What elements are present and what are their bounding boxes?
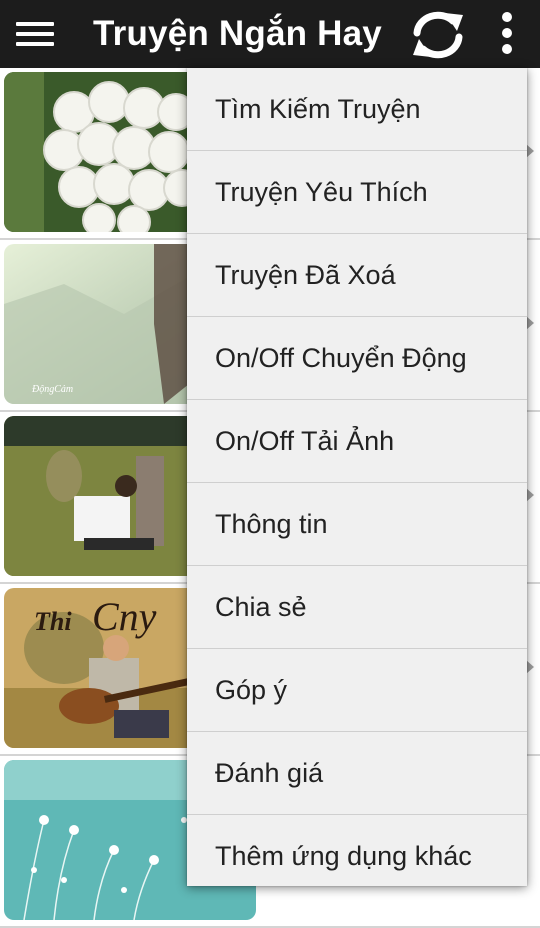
svg-text:Cny: Cny (92, 594, 157, 639)
menu-item-favorite-stories[interactable]: Truyện Yêu Thích (187, 151, 527, 234)
menu-item-share[interactable]: Chia sẻ (187, 566, 527, 649)
menu-item-info[interactable]: Thông tin (187, 483, 527, 566)
menu-item-deleted-stories[interactable]: Truyện Đã Xoá (187, 234, 527, 317)
menu-item-toggle-animation[interactable]: On/Off Chuyển Động (187, 317, 527, 400)
svg-text:Thi: Thi (34, 607, 72, 636)
chevron-right-icon (526, 660, 534, 674)
menu-item-toggle-image-loading[interactable]: On/Off Tải Ảnh (187, 400, 527, 483)
hamburger-menu-icon[interactable] (16, 22, 54, 48)
chevron-right-icon (526, 488, 534, 502)
chevron-right-icon (526, 316, 534, 330)
app-title: Truyện Ngắn Hay (93, 14, 382, 53)
svg-text:ĐộngCảm: ĐộngCảm (31, 384, 73, 395)
refresh-icon[interactable] (407, 9, 469, 61)
chevron-right-icon (526, 144, 534, 158)
overflow-menu-icon[interactable] (494, 12, 520, 58)
action-bar: Truyện Ngắn Hay (0, 0, 540, 68)
menu-item-feedback[interactable]: Góp ý (187, 649, 527, 732)
overflow-menu: Tìm Kiếm Truyện Truyện Yêu Thích Truyện … (187, 68, 527, 886)
menu-item-rate[interactable]: Đánh giá (187, 732, 527, 815)
menu-item-search-stories[interactable]: Tìm Kiếm Truyện (187, 68, 527, 151)
menu-item-more-apps[interactable]: Thêm ứng dụng khác (187, 815, 527, 898)
